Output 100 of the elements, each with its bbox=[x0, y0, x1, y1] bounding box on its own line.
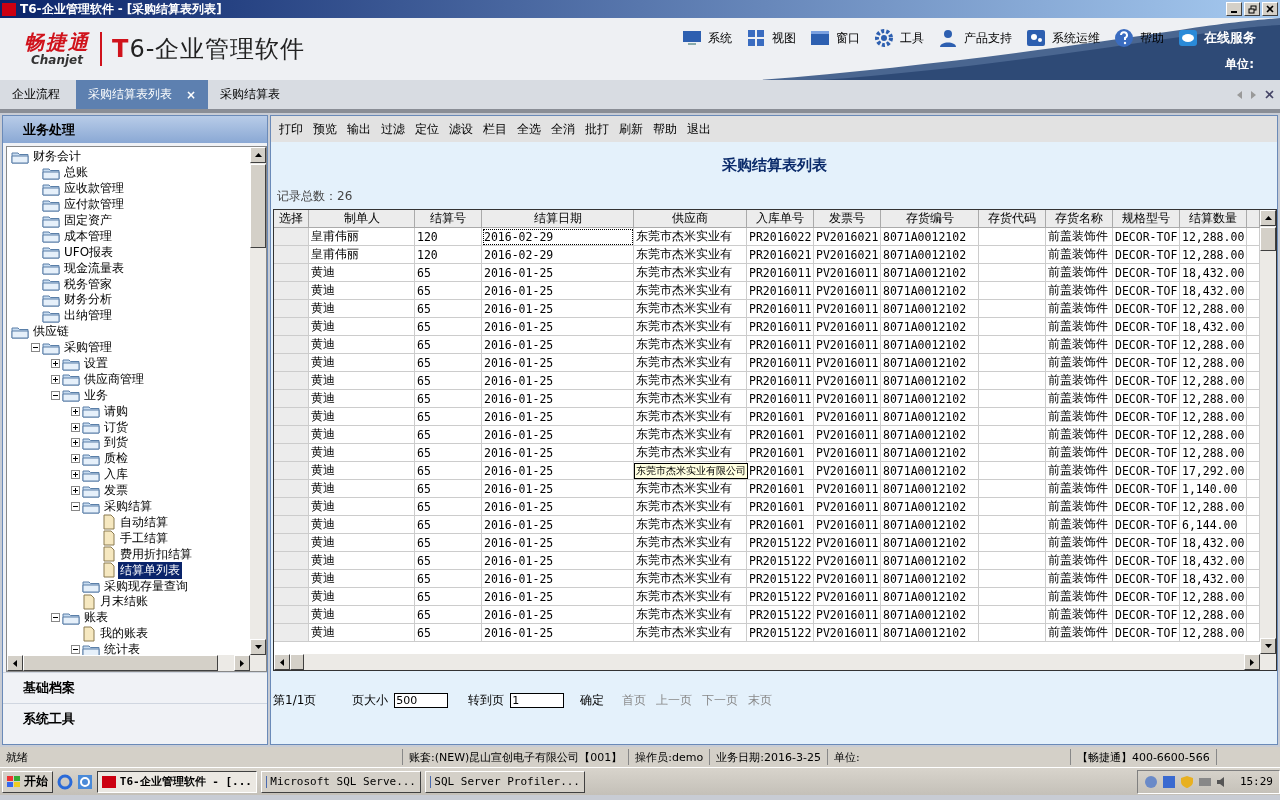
horizontal-scrollbar[interactable] bbox=[274, 654, 1276, 670]
scroll-left-button[interactable] bbox=[274, 654, 290, 670]
tree-item[interactable]: 税务管家 bbox=[62, 275, 114, 293]
collapse-toggle[interactable] bbox=[31, 343, 40, 353]
toolbar-button[interactable]: 定位 bbox=[411, 118, 443, 140]
tree-item[interactable]: 发票 bbox=[102, 482, 130, 500]
scroll-thumb[interactable] bbox=[290, 654, 304, 670]
tray-icon[interactable] bbox=[1161, 774, 1176, 789]
close-icon[interactable] bbox=[1265, 90, 1274, 99]
tree-item[interactable]: 到货 bbox=[102, 434, 130, 452]
collapse-toggle[interactable] bbox=[71, 502, 80, 512]
page-size-field[interactable]: 500 bbox=[394, 692, 449, 708]
expand-toggle[interactable] bbox=[71, 406, 80, 416]
row-selector-cell[interactable] bbox=[274, 624, 309, 642]
tree-item[interactable]: 结算单列表 bbox=[118, 561, 182, 579]
tray-icon[interactable] bbox=[1143, 774, 1158, 789]
row-selector-cell[interactable] bbox=[274, 462, 309, 480]
row-selector-cell[interactable] bbox=[274, 480, 309, 498]
menu-item[interactable]: 帮助 bbox=[1114, 28, 1164, 48]
row-selector-cell[interactable] bbox=[274, 534, 309, 552]
row-selector-cell[interactable] bbox=[274, 570, 309, 588]
toolbar-button[interactable]: 输出 bbox=[343, 118, 375, 140]
tree-item[interactable]: 采购结算 bbox=[102, 498, 154, 516]
row-selector-cell[interactable] bbox=[274, 264, 309, 282]
tree-item[interactable]: 应付款管理 bbox=[62, 196, 126, 214]
menu-item[interactable]: 产品支持 bbox=[938, 28, 1012, 48]
row-selector-cell[interactable] bbox=[274, 606, 309, 624]
menu-item[interactable]: 系统 bbox=[682, 28, 732, 48]
taskbar-button[interactable]: Microsoft SQL Serve... bbox=[261, 770, 421, 793]
collapse-toggle[interactable] bbox=[51, 390, 60, 400]
menu-item[interactable]: 在线服务 bbox=[1178, 28, 1256, 48]
row-selector-cell[interactable] bbox=[274, 588, 309, 606]
panel-section[interactable]: 系统工具 bbox=[3, 703, 267, 734]
row-selector-cell[interactable] bbox=[274, 390, 309, 408]
column-header[interactable]: 结算号 bbox=[415, 210, 482, 228]
tab[interactable]: 采购结算表列表 × bbox=[76, 80, 209, 109]
row-selector-cell[interactable] bbox=[274, 426, 309, 444]
taskbar-button[interactable]: T6-企业管理软件 - [... bbox=[97, 770, 257, 793]
tree-item[interactable]: 订货 bbox=[102, 418, 130, 436]
toolbar-button[interactable]: 帮助 bbox=[649, 118, 681, 140]
row-selector-cell[interactable] bbox=[274, 444, 309, 462]
expand-toggle[interactable] bbox=[51, 374, 60, 384]
refresh-icon[interactable] bbox=[77, 773, 93, 790]
tree-item[interactable]: 出纳管理 bbox=[62, 307, 114, 325]
tree-item[interactable]: 采购现存量查询 bbox=[102, 577, 190, 595]
scroll-right-button[interactable] bbox=[1244, 654, 1260, 670]
confirm-button[interactable]: 确定 bbox=[570, 691, 615, 709]
tree-item[interactable]: 入库 bbox=[102, 466, 130, 484]
column-header[interactable]: 存货编号 bbox=[881, 210, 979, 228]
scroll-down-button[interactable] bbox=[250, 639, 266, 655]
row-selector-cell[interactable] bbox=[274, 498, 309, 516]
taskbar-button[interactable]: SQL Server Profiler... bbox=[425, 770, 585, 793]
expand-toggle[interactable] bbox=[71, 422, 80, 432]
tree-item[interactable]: 总账 bbox=[62, 164, 90, 182]
row-selector-cell[interactable] bbox=[274, 336, 309, 354]
toolbar-button[interactable]: 全选 bbox=[513, 118, 545, 140]
scroll-thumb[interactable] bbox=[250, 164, 266, 248]
tree-item[interactable]: 业务 bbox=[82, 386, 110, 404]
tree-item[interactable]: 成本管理 bbox=[62, 227, 114, 245]
scroll-right-button[interactable] bbox=[234, 655, 250, 671]
menu-item[interactable]: 窗口 bbox=[810, 28, 860, 48]
row-selector-cell[interactable] bbox=[274, 354, 309, 372]
row-selector-cell[interactable] bbox=[274, 300, 309, 318]
toolbar-button[interactable]: 预览 bbox=[309, 118, 341, 140]
tree-item[interactable]: 财务会计 bbox=[31, 148, 83, 166]
row-selector-cell[interactable] bbox=[274, 372, 309, 390]
expand-toggle[interactable] bbox=[71, 438, 80, 448]
horizontal-scrollbar[interactable] bbox=[7, 655, 266, 671]
minimize-button[interactable] bbox=[1226, 2, 1242, 16]
column-header[interactable]: 制单人 bbox=[309, 210, 415, 228]
menu-item[interactable]: 工具 bbox=[874, 28, 924, 48]
scroll-down-button[interactable] bbox=[1260, 638, 1276, 654]
toolbar-button[interactable]: 批打 bbox=[581, 118, 613, 140]
column-header[interactable]: 存货名称 bbox=[1046, 210, 1113, 228]
menu-item[interactable]: 系统运维 bbox=[1026, 28, 1100, 48]
close-button[interactable] bbox=[1262, 2, 1278, 16]
expand-toggle[interactable] bbox=[71, 470, 80, 480]
row-selector-cell[interactable] bbox=[274, 318, 309, 336]
row-selector-cell[interactable] bbox=[274, 552, 309, 570]
tree-item[interactable]: 固定资产 bbox=[62, 212, 114, 229]
collapse-toggle[interactable] bbox=[51, 613, 60, 623]
scroll-left-icon[interactable] bbox=[1237, 90, 1243, 99]
scroll-thumb[interactable] bbox=[1260, 227, 1276, 251]
panel-section[interactable]: 基础档案 bbox=[3, 672, 267, 703]
scroll-left-button[interactable] bbox=[7, 655, 23, 671]
start-button[interactable]: 开始 bbox=[2, 770, 53, 793]
row-selector-cell[interactable] bbox=[274, 408, 309, 426]
restore-button[interactable] bbox=[1244, 2, 1260, 16]
tree-item[interactable]: 请购 bbox=[102, 402, 130, 420]
toolbar-button[interactable]: 栏目 bbox=[479, 118, 511, 140]
toolbar-button[interactable]: 打印 bbox=[275, 118, 307, 140]
tree-item[interactable]: 现金流量表 bbox=[62, 259, 126, 277]
column-header[interactable]: 供应商 bbox=[634, 210, 747, 228]
row-selector-cell[interactable] bbox=[274, 246, 309, 264]
collapse-toggle[interactable] bbox=[71, 645, 80, 655]
toolbar-button[interactable]: 滤设 bbox=[445, 118, 477, 140]
column-header[interactable]: 发票号 bbox=[814, 210, 881, 228]
column-header[interactable]: 结算日期 bbox=[482, 210, 634, 228]
tree-item[interactable]: 供应商管理 bbox=[82, 370, 146, 388]
row-selector-cell[interactable] bbox=[274, 516, 309, 534]
